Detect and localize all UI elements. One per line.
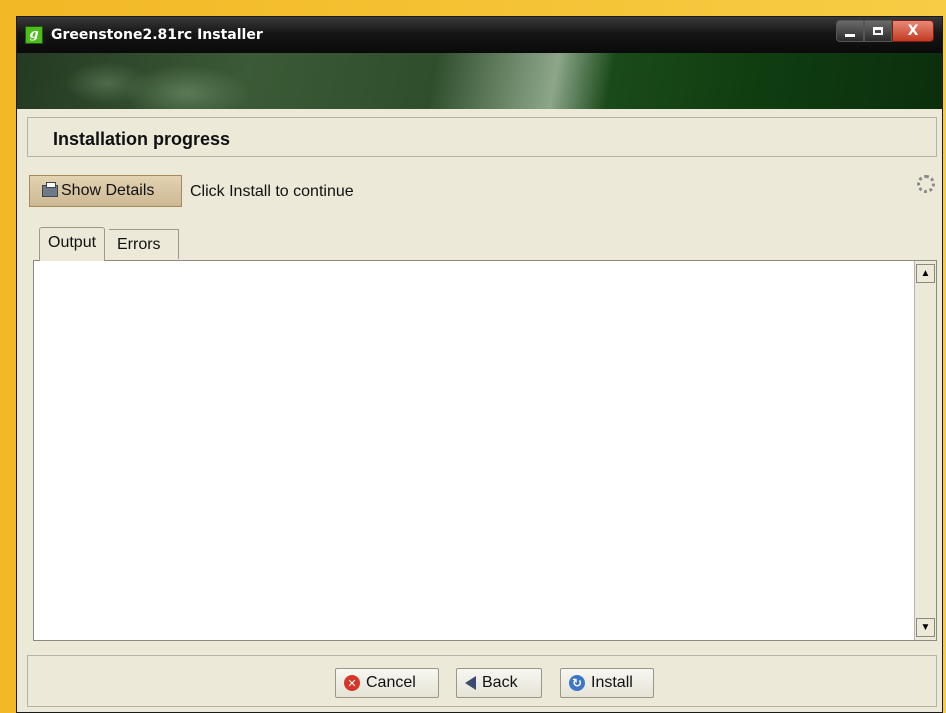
close-icon: X: [907, 23, 919, 39]
button-bar: ✕ Cancel Back ↻ Install: [27, 655, 937, 707]
install-label: Install: [591, 674, 633, 691]
window-title: Greenstone2.81rc Installer: [51, 27, 263, 43]
up-arrow-icon: ▲: [920, 268, 931, 279]
cancel-button[interactable]: ✕ Cancel: [335, 668, 439, 698]
printer-icon: [42, 182, 58, 197]
maximize-button[interactable]: [864, 20, 892, 42]
tab-errors[interactable]: Errors: [109, 229, 179, 259]
cancel-label: Cancel: [366, 674, 416, 691]
output-text-area[interactable]: ▲ ▼: [33, 260, 937, 641]
header-panel: Installation progress: [27, 117, 937, 157]
tab-output[interactable]: Output: [39, 227, 106, 261]
scroll-down-button[interactable]: ▼: [916, 618, 935, 637]
header-banner-image: [17, 53, 942, 109]
status-text: Click Install to continue: [190, 183, 354, 200]
back-label: Back: [482, 674, 518, 691]
minimize-button[interactable]: [836, 20, 864, 42]
minimize-icon: [845, 33, 855, 37]
show-details-button[interactable]: Show Details: [29, 175, 182, 207]
window-controls: X: [836, 20, 934, 44]
title-bar[interactable]: g Greenstone2.81rc Installer X: [17, 17, 942, 53]
spinner-icon: [917, 175, 935, 193]
greenstone-app-icon: g: [25, 26, 43, 44]
vertical-scrollbar[interactable]: ▲ ▼: [914, 261, 936, 640]
install-icon: ↻: [569, 675, 585, 691]
install-button[interactable]: ↻ Install: [560, 668, 654, 698]
cancel-icon: ✕: [344, 675, 360, 691]
page-title: Installation progress: [53, 129, 231, 149]
back-arrow-icon: [465, 676, 476, 690]
close-button[interactable]: X: [892, 20, 934, 42]
installer-window: g Greenstone2.81rc Installer X Installat…: [16, 16, 943, 713]
maximize-icon: [873, 27, 883, 35]
scroll-up-button[interactable]: ▲: [916, 264, 935, 283]
down-arrow-icon: ▼: [920, 622, 931, 633]
back-button[interactable]: Back: [456, 668, 542, 698]
show-details-label: Show Details: [61, 182, 155, 199]
